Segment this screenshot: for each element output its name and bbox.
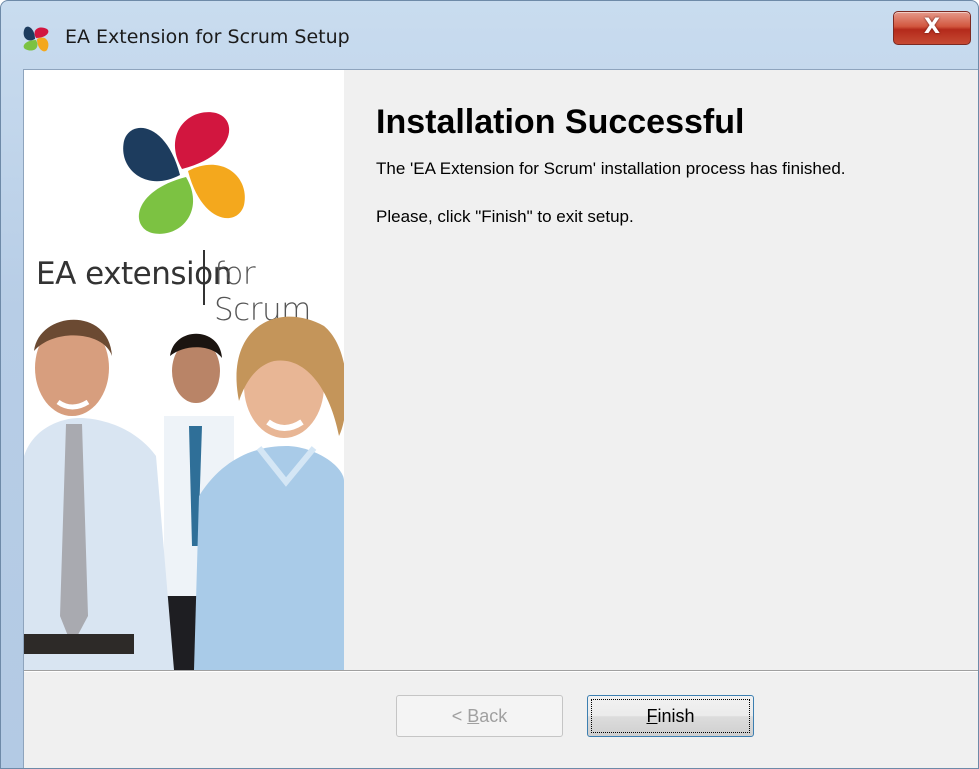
team-photo bbox=[24, 316, 344, 670]
back-button-label: ack bbox=[479, 706, 508, 726]
instruction-text: Please, click "Finish" to exit setup. bbox=[376, 207, 634, 226]
back-button-prefix: < bbox=[451, 706, 468, 726]
title-bar[interactable]: EA Extension for Scrum Setup X bbox=[1, 1, 978, 65]
wizard-side-banner: EA extension for Scrum bbox=[24, 70, 344, 670]
brand-divider bbox=[203, 250, 205, 305]
window-title: EA Extension for Scrum Setup bbox=[65, 26, 350, 48]
finish-button[interactable]: Finish bbox=[587, 695, 754, 737]
close-button[interactable]: X bbox=[893, 11, 971, 45]
back-button-mnemonic: B bbox=[467, 706, 480, 726]
page-title: Installation Successful bbox=[376, 103, 745, 141]
ea-scrum-logo-icon bbox=[123, 112, 245, 234]
app-logo-icon bbox=[23, 26, 49, 52]
wizard-client-area: EA extension for Scrum Installation Succ… bbox=[23, 69, 978, 768]
wizard-content: Installation Successful The 'EA Extensio… bbox=[344, 70, 978, 670]
back-button[interactable]: < Back bbox=[396, 695, 563, 737]
button-bar-divider bbox=[24, 670, 978, 672]
focus-ring bbox=[591, 699, 750, 733]
setup-window: EA Extension for Scrum Setup X EA extens… bbox=[0, 0, 979, 769]
status-message: The 'EA Extension for Scrum' installatio… bbox=[376, 159, 846, 178]
close-icon: X bbox=[923, 14, 941, 38]
